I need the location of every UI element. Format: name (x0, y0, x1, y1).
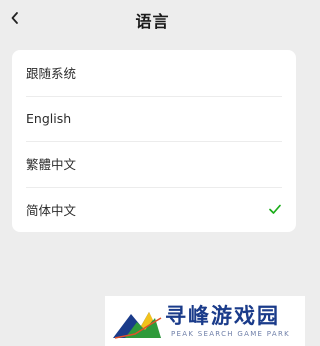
watermark: 寻峰游戏园 PEAK SEARCH GAME PARK (105, 296, 305, 346)
language-option-label: 繁體中文 (26, 157, 77, 173)
top-bar: 语言 (0, 0, 305, 38)
watermark-title: 寻峰游戏园 (165, 304, 280, 328)
language-option-label: 简体中文 (26, 202, 77, 218)
language-option-simplified-chinese[interactable]: 简体中文 (12, 186, 296, 233)
language-settings-page: 语言 跟随系统 English 繁體中文 简体中文 寻峰游戏园 PEAK SEA… (0, 0, 305, 346)
check-icon (269, 204, 281, 215)
watermark-subtitle: PEAK SEARCH GAME PARK (171, 330, 291, 338)
language-option-traditional-chinese[interactable]: 繁體中文 (12, 141, 296, 187)
language-option-english[interactable]: English (12, 95, 296, 142)
language-option-label: 跟随系统 (26, 66, 77, 82)
mountain-logo-icon (113, 312, 162, 339)
language-option-label: English (26, 110, 72, 126)
language-option-follow-system[interactable]: 跟随系统 (12, 50, 296, 96)
language-list: 跟随系统 English 繁體中文 简体中文 (12, 50, 296, 232)
page-title: 语言 (135, 12, 170, 31)
